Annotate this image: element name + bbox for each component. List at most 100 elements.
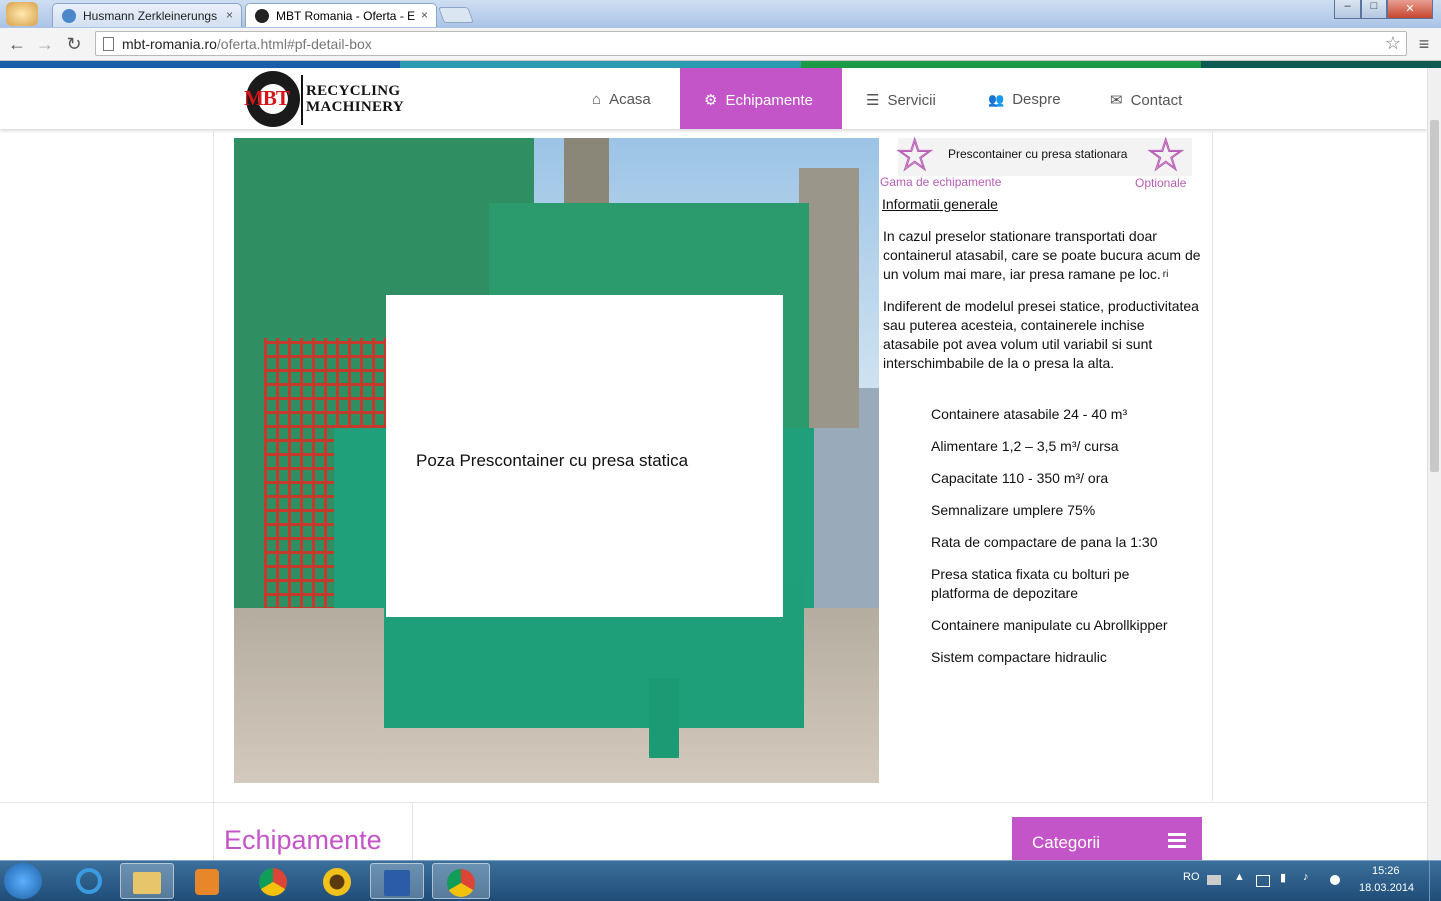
hamburger-icon (1168, 833, 1186, 849)
chrome-icon[interactable] (246, 863, 300, 899)
notification-icon[interactable] (1330, 875, 1340, 885)
feature-item: Semnalizare umplere 75% (931, 502, 1096, 518)
scrollbar-thumb[interactable] (1430, 120, 1439, 472)
section-divider (0, 802, 1427, 803)
feature-item: Presa statica fixata cu bolturi pe platf… (931, 566, 1130, 601)
categories-button[interactable]: Categorii (1012, 817, 1202, 861)
tab-bar: Husmann Zerkleinerungs × MBT Romania - O… (0, 0, 1441, 28)
clock-date[interactable]: 18.03.2014 (1359, 882, 1414, 894)
content-border-left (213, 129, 214, 860)
nav-label: Despre (1012, 91, 1061, 108)
start-button[interactable] (4, 863, 42, 899)
nav-acasa[interactable]: ⌂ Acasa (592, 68, 680, 129)
photo-leg (649, 678, 679, 758)
paragraph-1-suffix: ri (1162, 269, 1169, 280)
toolbar: ← → ↻ mbt-romania.ro/oferta.html#pf-deta… (0, 28, 1441, 61)
page-scrollbar[interactable] (1427, 68, 1441, 860)
info-heading[interactable]: Informatii generale (882, 196, 998, 212)
photo-placeholder-text: Poza Prescontainer cu presa statica (416, 451, 689, 470)
star-right-icon[interactable]: ☆ (1145, 133, 1185, 178)
husmann-favicon-icon (62, 9, 76, 23)
paragraph-1: In cazul preselor stationare transportat… (883, 227, 1201, 284)
users-icon: 👥 (988, 92, 1005, 107)
nav-label: Contact (1130, 92, 1183, 109)
nav-servicii[interactable]: ☰ Servicii (866, 68, 976, 129)
mbt-favicon-icon (255, 9, 269, 23)
explorer-icon[interactable] (120, 863, 174, 899)
language-indicator[interactable]: RO (1183, 871, 1200, 883)
section-divider-vertical (412, 802, 413, 862)
url-path: /oferta.html#pf-detail-box (216, 36, 372, 52)
list-icon: ☰ (866, 92, 880, 109)
profile-avatar-icon[interactable] (6, 2, 38, 26)
color-stripe (0, 61, 1441, 68)
section-title: Echipamente (224, 825, 382, 855)
browser-window: Husmann Zerkleinerungs × MBT Romania - O… (0, 0, 1441, 901)
tab-close-icon[interactable]: × (421, 8, 428, 22)
chrome-menu-icon[interactable]: ≡ (1413, 33, 1435, 55)
reload-button[interactable]: ↻ (63, 33, 85, 55)
optionale-link[interactable]: Optionale (1135, 176, 1186, 190)
nav-despre[interactable]: 👥 Despre (988, 68, 1088, 129)
logo-line1: RECYCLING (306, 83, 401, 99)
nav-label: Acasa (609, 91, 651, 108)
logo-divider (301, 75, 303, 125)
home-icon: ⌂ (592, 91, 602, 108)
maximize-button[interactable]: □ (1361, 0, 1387, 19)
close-window-button[interactable]: ✕ (1387, 0, 1433, 19)
url-host: mbt-romania.ro (122, 36, 217, 52)
nav-label: Echipamente (725, 92, 814, 109)
media-player-icon[interactable] (180, 863, 234, 899)
volume-icon[interactable]: ♪ (1303, 871, 1309, 883)
paragraph-1-text: In cazul preselor stationare transportat… (883, 228, 1201, 282)
gama-echipamente-link[interactable]: Gama de echipamente (880, 175, 1001, 189)
ie-icon[interactable] (62, 863, 116, 899)
new-tab-button[interactable] (438, 7, 474, 23)
keyboard-icon[interactable] (1207, 875, 1221, 885)
envelope-icon: ✉ (1110, 92, 1123, 109)
photo-placeholder-box: Poza Prescontainer cu presa statica (386, 295, 783, 617)
paragraph-2: Indiferent de modelul presei statice, pr… (883, 298, 1199, 371)
site-header: MBT RECYCLING MACHINERY ⌂ Acasa ⚙ Echipame… (0, 68, 1427, 129)
sunflower-app-icon[interactable] (310, 863, 364, 899)
page-icon (103, 37, 114, 51)
cogs-icon: ⚙ (704, 92, 718, 109)
url-text: mbt-romania.ro/oferta.html#pf-detail-box (122, 36, 372, 52)
nav-contact[interactable]: ✉ Contact (1110, 68, 1220, 129)
word-icon[interactable] (370, 863, 424, 899)
feature-item: Capacitate 110 - 350 m³/ ora (931, 470, 1109, 486)
logo-mark: MBT (244, 86, 290, 110)
feature-item: Sistem compactare hidraulic (931, 649, 1107, 665)
feature-item: Containere atasabile 24 - 40 m³ (931, 406, 1128, 422)
tab-mbt-romania[interactable]: MBT Romania - Oferta - E × (245, 3, 437, 27)
nav-echipamente[interactable]: ⚙ Echipamente (680, 68, 842, 129)
feature-item: Containere manipulate cu Abrollkipper (931, 617, 1168, 633)
action-center-icon[interactable] (1256, 875, 1270, 887)
tab-husmann[interactable]: Husmann Zerkleinerungs × (52, 3, 242, 27)
nav-label: Servicii (887, 92, 936, 109)
tab-title: Husmann Zerkleinerungs (83, 9, 218, 23)
address-bar[interactable]: mbt-romania.ro/oferta.html#pf-detail-box… (95, 31, 1407, 56)
feature-item: Rata de compactare de pana la 1:30 (931, 534, 1158, 550)
minimize-button[interactable]: – (1334, 0, 1361, 19)
clock-time[interactable]: 15:26 (1372, 865, 1400, 877)
back-button[interactable]: ← (6, 33, 28, 55)
content-border-right (1212, 129, 1213, 801)
categories-label: Categorii (1032, 833, 1101, 852)
stripe-segment (0, 61, 401, 68)
tab-title: MBT Romania - Oferta - E (276, 9, 416, 23)
bookmark-star-icon[interactable]: ☆ (1385, 33, 1401, 54)
product-title: Prescontainer cu presa stationara (948, 147, 1128, 161)
stripe-segment (1200, 61, 1441, 68)
stripe-segment (800, 61, 1201, 68)
chrome-active-icon[interactable] (432, 863, 490, 899)
mbt-logo[interactable]: MBT RECYCLING MACHINERY (244, 71, 406, 127)
show-hidden-icons-icon[interactable]: ▲ (1234, 871, 1245, 883)
windows-taskbar: RO ▲ ▮ ♪ 15:26 18.03.2014 (0, 860, 1441, 901)
feature-item: Alimentare 1,2 – 3,5 m³/ cursa (931, 438, 1119, 454)
network-icon[interactable]: ▮ (1280, 871, 1286, 884)
show-desktop-button[interactable] (1429, 861, 1441, 901)
star-left-icon[interactable]: ☆ (894, 133, 934, 178)
tab-close-icon[interactable]: × (226, 8, 233, 22)
forward-button[interactable]: → (34, 33, 56, 55)
